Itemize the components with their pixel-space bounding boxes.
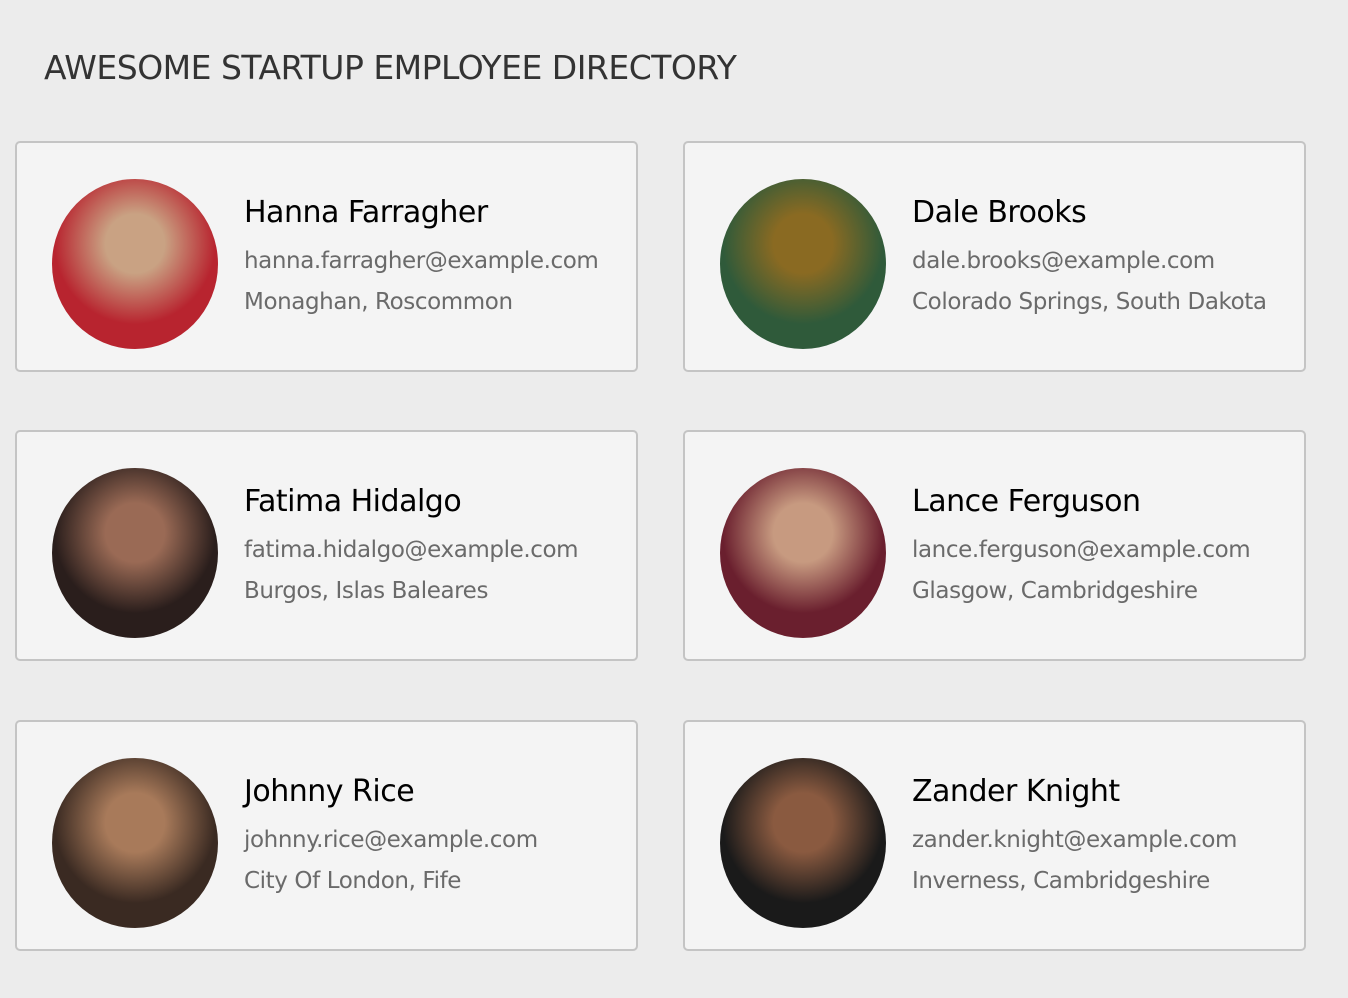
- page-title: AWESOME STARTUP EMPLOYEE DIRECTORY: [44, 48, 737, 87]
- employee-card[interactable]: Zander Knight zander.knight@example.com …: [683, 720, 1306, 951]
- avatar: [52, 468, 218, 638]
- employee-name: Zander Knight: [912, 774, 1120, 809]
- employee-email: fatima.hidalgo@example.com: [244, 537, 579, 563]
- employee-email: lance.ferguson@example.com: [912, 537, 1251, 563]
- employee-name: Hanna Farragher: [244, 195, 488, 230]
- employee-card[interactable]: Lance Ferguson lance.ferguson@example.co…: [683, 430, 1306, 661]
- employee-name: Fatima Hidalgo: [244, 484, 462, 519]
- employee-email: zander.knight@example.com: [912, 827, 1238, 853]
- employee-email: johnny.rice@example.com: [244, 827, 538, 853]
- employee-location: Monaghan, Roscommon: [244, 289, 513, 315]
- avatar: [52, 179, 218, 349]
- avatar: [720, 758, 886, 928]
- employee-location: Burgos, Islas Baleares: [244, 578, 489, 604]
- employee-card[interactable]: Dale Brooks dale.brooks@example.com Colo…: [683, 141, 1306, 372]
- employee-location: City Of London, Fife: [244, 868, 462, 894]
- employee-location: Colorado Springs, South Dakota: [912, 289, 1267, 315]
- employee-name: Johnny Rice: [244, 774, 415, 809]
- avatar: [52, 758, 218, 928]
- employee-email: hanna.farragher@example.com: [244, 248, 599, 274]
- employee-location: Glasgow, Cambridgeshire: [912, 578, 1198, 604]
- employee-name: Lance Ferguson: [912, 484, 1141, 519]
- employee-card[interactable]: Johnny Rice johnny.rice@example.com City…: [15, 720, 638, 951]
- employee-card[interactable]: Fatima Hidalgo fatima.hidalgo@example.co…: [15, 430, 638, 661]
- avatar: [720, 468, 886, 638]
- employee-email: dale.brooks@example.com: [912, 248, 1215, 274]
- employee-location: Inverness, Cambridgeshire: [912, 868, 1210, 894]
- employee-card[interactable]: Hanna Farragher hanna.farragher@example.…: [15, 141, 638, 372]
- avatar: [720, 179, 886, 349]
- employee-name: Dale Brooks: [912, 195, 1087, 230]
